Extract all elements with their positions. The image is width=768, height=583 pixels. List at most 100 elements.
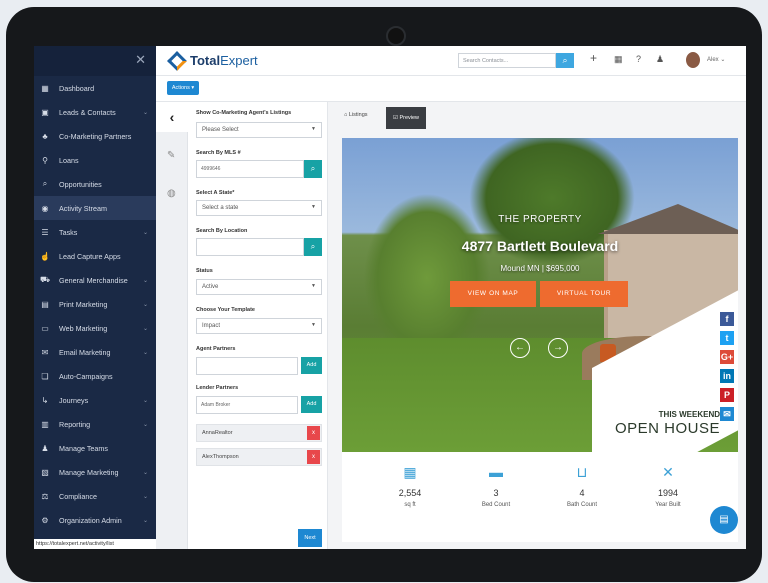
sidebar-item-co-marketing-partners[interactable]: ♣ Co-Marketing Partners	[34, 124, 156, 148]
mls-label: Search By MLS #	[196, 150, 241, 156]
chevron-down-icon: ⌄	[142, 277, 148, 284]
chevron-down-icon: ⌄	[142, 229, 148, 236]
sidebar-item-activity-stream[interactable]: ◉ Activity Stream	[34, 196, 156, 220]
stat-baths: ⊔ 4 Bath Count	[542, 464, 622, 508]
sidebar-item-label: Print Marketing	[59, 299, 108, 309]
sidebar-item-email-marketing[interactable]: ✉ Email Marketing ⌄	[34, 340, 156, 364]
pencil-icon[interactable]: ✎	[167, 150, 175, 161]
add-lender-button[interactable]: Add	[301, 396, 322, 413]
view-on-map-button[interactable]: VIEW ON MAP	[450, 281, 536, 307]
loans-icon: ⚲	[42, 155, 48, 165]
sidebar-item-journeys[interactable]: ↳ Journeys ⌄	[34, 388, 156, 412]
chevron-down-icon: ▼	[311, 283, 316, 289]
sidebar-item-label: Compliance	[59, 491, 97, 501]
sidebar-item-print-marketing[interactable]: ▤ Print Marketing ⌄	[34, 292, 156, 316]
contacts-icon: ▣	[41, 107, 49, 117]
state-select[interactable]: Select a state ▼	[196, 200, 322, 216]
sidebar-item-manage-marketing[interactable]: ▧ Manage Marketing ⌄	[34, 460, 156, 484]
property-stats: ▦ 2,554 sq ft ▬ 3 Bed Count ⊔ 4 Bath Cou…	[342, 452, 738, 542]
status-select[interactable]: Active ▼	[196, 279, 322, 295]
lender-partners-input[interactable]: Adam Broker	[196, 396, 298, 414]
sidebar-item-reporting[interactable]: ▥ Reporting ⌄	[34, 412, 156, 436]
tab-preview[interactable]: ☑ Preview	[386, 107, 426, 129]
sidebar-item-leads-contacts[interactable]: ▣ Leads & Contacts ⌄	[34, 100, 156, 124]
chevron-down-icon: ▼	[311, 204, 316, 210]
teams-icon: ♟	[41, 443, 49, 453]
apps-grid-icon[interactable]: ▦	[614, 54, 623, 65]
sidebar-item-auto-campaigns[interactable]: ❏ Auto-Campaigns	[34, 364, 156, 388]
listing-form: Show Co-Marketing Agent's Listings Pleas…	[188, 102, 328, 549]
next-button[interactable]: Next	[298, 529, 322, 547]
email-share-icon[interactable]: ✉	[720, 407, 734, 421]
logo[interactable]: TotalExpert	[167, 50, 258, 71]
tab-listings[interactable]: ⌂ Listings	[344, 112, 368, 118]
manage-marketing-icon: ▧	[41, 467, 49, 477]
user-admin-icon[interactable]: ♟	[656, 54, 664, 65]
hero-eyebrow: THE PROPERTY	[498, 214, 582, 225]
pinterest-icon[interactable]: P	[720, 388, 734, 402]
agent-partners-input[interactable]	[196, 357, 298, 375]
remove-partner-button[interactable]: x	[307, 450, 320, 464]
lender-partners-label: Lender Partners	[196, 385, 239, 391]
next-arrow-icon[interactable]: →	[548, 338, 568, 358]
globe-icon[interactable]: ◍	[167, 188, 176, 199]
camera	[386, 26, 406, 46]
remove-partner-button[interactable]: x	[307, 426, 320, 440]
location-input[interactable]	[196, 238, 304, 256]
linkedin-icon[interactable]: in	[720, 369, 734, 383]
virtual-tour-button[interactable]: VIRTUAL TOUR	[540, 281, 628, 307]
show-agents-select[interactable]: Please Select ▼	[196, 122, 322, 138]
google-plus-icon[interactable]: G+	[720, 350, 734, 364]
sidebar-item-label: Loans	[59, 155, 79, 165]
previous-arrow-icon[interactable]: ←	[510, 338, 530, 358]
twitter-icon[interactable]: t	[720, 331, 734, 345]
user-menu[interactable]: Alex ⌄	[707, 56, 725, 63]
sidebar-item-label: Leads & Contacts	[59, 107, 116, 117]
search-contacts-input[interactable]: Search Contacts...	[458, 53, 556, 68]
open-house-text: OPEN HOUSE	[614, 420, 720, 437]
avatar[interactable]	[686, 52, 700, 68]
tools-icon: ✕	[662, 464, 674, 480]
sidebar-item-web-marketing[interactable]: ▭ Web Marketing ⌄	[34, 316, 156, 340]
journeys-icon: ↳	[41, 395, 49, 405]
actions-bar: Actions ▾	[156, 76, 746, 102]
bath-icon: ⊔	[576, 464, 588, 480]
sidebar-item-label: Opportunities	[59, 179, 102, 189]
template-select[interactable]: Impact ▼	[196, 318, 322, 334]
sidebar-item-lead-capture-apps[interactable]: ☝ Lead Capture Apps	[34, 244, 156, 268]
chat-icon[interactable]: ▤	[710, 506, 738, 534]
chevron-down-icon: ⌄	[142, 349, 148, 356]
sidebar-item-tasks[interactable]: ☰ Tasks ⌄	[34, 220, 156, 244]
mls-search-icon[interactable]: ⌕	[304, 160, 322, 178]
sidebar-item-loans[interactable]: ⚲ Loans	[34, 148, 156, 172]
lead-capture-icon: ☝	[40, 251, 50, 261]
sidebar-item-manage-teams[interactable]: ♟ Manage Teams	[34, 436, 156, 460]
agent-partners-label: Agent Partners	[196, 346, 236, 352]
actions-button[interactable]: Actions ▾	[167, 81, 199, 95]
this-weekend-text: THIS WEEKEND	[658, 410, 720, 419]
search-icon[interactable]: ⌕	[556, 53, 574, 68]
location-search-icon[interactable]: ⌕	[304, 238, 322, 256]
sidebar-item-label: Journeys	[59, 395, 89, 405]
add-icon[interactable]: +	[590, 51, 597, 65]
chevron-down-icon: ⌄	[142, 397, 148, 404]
back-chevron-icon[interactable]: ‹	[156, 102, 188, 132]
sidebar-item-organization-admin[interactable]: ⚙ Organization Admin ⌄	[34, 508, 156, 532]
chevron-down-icon: ⌄	[142, 109, 148, 116]
sidebar-item-general-merchandise[interactable]: ⛟ General Merchandise ⌄	[34, 268, 156, 292]
sidebar-item-label: Manage Marketing	[59, 467, 119, 477]
web-icon: ▭	[41, 323, 49, 333]
location-label: Search By Location	[196, 228, 248, 234]
add-agent-button[interactable]: Add	[301, 357, 322, 374]
mls-input[interactable]: 4999646	[196, 160, 304, 178]
sidebar-item-compliance[interactable]: ⚖ Compliance ⌄	[34, 484, 156, 508]
close-icon[interactable]: ✕	[135, 52, 146, 68]
sidebar-item-label: Tasks	[59, 227, 78, 237]
help-icon[interactable]: ?	[636, 54, 641, 64]
top-header: TotalExpert Search Contacts... ⌕ + ▦ ? ♟…	[156, 46, 746, 76]
sidebar-item-dashboard[interactable]: ▦ Dashboard	[34, 76, 156, 100]
chevron-down-icon: ⌄	[142, 301, 148, 308]
sidebar-item-opportunities[interactable]: ⌕ Opportunities	[34, 172, 156, 196]
bed-icon: ▬	[489, 464, 503, 480]
facebook-icon[interactable]: f	[720, 312, 734, 326]
